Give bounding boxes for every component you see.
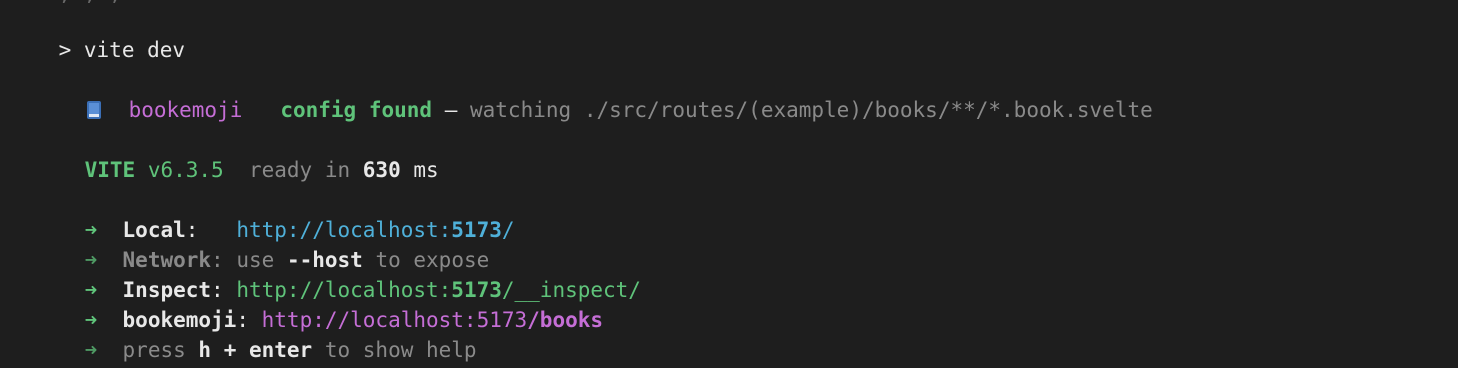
ready-time: 630 <box>362 158 401 182</box>
inspect-url-line: ➜ Inspect: http://localhost:5173/__inspe… <box>34 245 641 302</box>
arrow-icon: ➜ <box>84 338 98 362</box>
vite-name: VITE <box>84 158 136 182</box>
local-url-line: ➜ Local: http://localhost:5173/ <box>34 185 515 242</box>
help-text: to show help <box>324 338 477 362</box>
watching-label: watching <box>470 98 572 122</box>
plugin-name: bookemoji <box>128 98 243 122</box>
vite-version: v6.3.5 <box>147 158 224 182</box>
watch-path: ./src/routes/(example)/books/**/*.book.s… <box>583 98 1153 122</box>
command-text: vite dev <box>83 38 186 62</box>
help-keys: h + enter <box>198 338 313 362</box>
plugin-status-line: bookemoji config found — watching ./src/… <box>36 65 1153 122</box>
network-line: ➜ Network: use --host to expose <box>34 215 490 272</box>
bookemoji-url-path: /books <box>527 308 604 332</box>
ready-label: ready in <box>248 158 351 182</box>
bookemoji-url-line: ➜ bookemoji: http://localhost:5173/books <box>34 275 603 332</box>
local-url-suffix: / <box>501 218 515 242</box>
command-line: > vite dev <box>8 5 185 62</box>
plugin-status: config found <box>280 98 433 122</box>
book-icon <box>86 100 101 120</box>
help-press: press <box>122 338 186 362</box>
help-line: ➜ press h + enter to show help <box>34 305 477 362</box>
prompt-symbol: > <box>58 38 72 62</box>
vite-ready-line: VITE v6.3.5 ready in 630 ms <box>34 125 439 182</box>
terminal-window[interactable]: ‚ ‚ ‚ > vite dev bookemoji config found … <box>0 0 1458 368</box>
ready-unit: ms <box>413 158 439 182</box>
status-dash: — <box>444 98 458 122</box>
